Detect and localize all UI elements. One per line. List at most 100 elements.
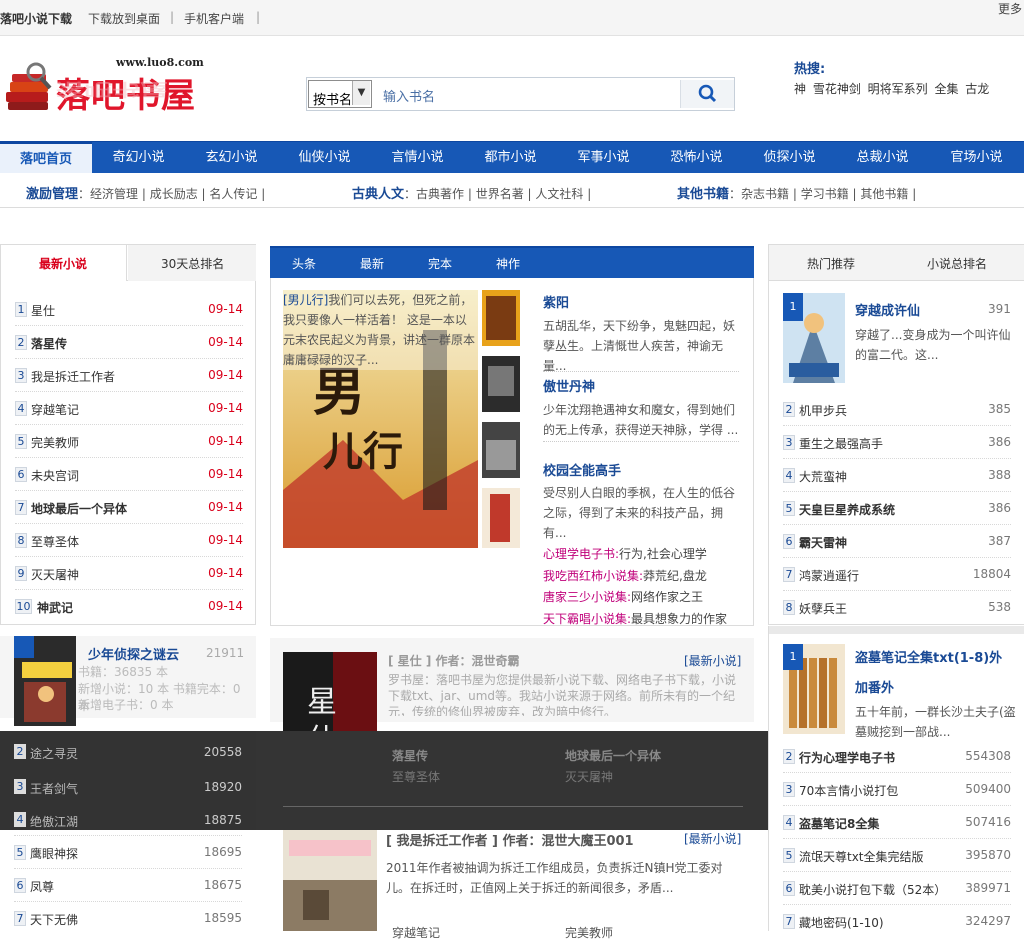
list-item[interactable]: 7 天下无佛 18595 [14, 902, 242, 935]
book-title[interactable]: 机甲步兵 [799, 402, 847, 419]
tab-headline[interactable]: 头条 [292, 255, 316, 272]
book-title[interactable]: 重生之最强高手 [799, 435, 883, 452]
book-title[interactable]: 完美教师 [565, 924, 613, 941]
book-title[interactable]: 藏地密码(1-10) [799, 914, 884, 931]
book-title[interactable]: 盗墓笔记8全集 [799, 815, 879, 832]
more-link[interactable]: 更多 [998, 0, 1022, 17]
list-item[interactable]: 3 我是拆迁工作者 09-14 [15, 359, 243, 392]
book-title[interactable]: 至尊圣体 [31, 533, 79, 550]
search-button[interactable] [680, 80, 734, 108]
mobile-client-link[interactable]: 手机客户端 [184, 10, 244, 27]
book-title[interactable]: 70本言情小说打包 [799, 782, 898, 799]
category-link[interactable]: 天下霸唱小说集:最具想象力的作家 [543, 610, 727, 627]
list-item[interactable]: 10 神武记 09-14 [15, 590, 243, 623]
book-cover-image[interactable] [14, 636, 76, 726]
book-title[interactable]: 落星传 [392, 747, 428, 764]
thumb-cover-image[interactable] [482, 356, 520, 412]
book-title[interactable]: 神武记 [37, 599, 73, 616]
feature-text[interactable]: [男儿行]我们可以去死，但死之前，我只要像人一样活着！ 这是一本以元末农民起义为… [283, 290, 478, 370]
subnav-group-other[interactable]: 其他书籍：杂志书籍 | 学习书籍 | 其他书籍 | [677, 183, 916, 202]
nav-detective[interactable]: 侦探小说 [743, 142, 836, 173]
list-item[interactable]: 6 未央宫词 09-14 [15, 458, 243, 491]
list-item[interactable]: 3 重生之最强高手 386 [783, 426, 1011, 459]
list-item[interactable]: 4 盗墓笔记8全集 507416 [783, 806, 1011, 839]
category-key[interactable]: 心理学电子书: [543, 547, 619, 561]
tab-latest-novels[interactable]: 最新小说 [39, 255, 87, 272]
book-title[interactable]: 大荒蛮神 [799, 468, 847, 485]
book-title[interactable]: 地球最后一个异体 [31, 500, 127, 517]
news-head[interactable]: [ 我是拆迁工作者 ] 作者：混世大魔王001 [386, 830, 634, 849]
nav-romance[interactable]: 言情小说 [371, 142, 464, 173]
book-cover-image[interactable] [283, 830, 377, 931]
subnav-links[interactable]: 经济管理 | 成长励志 | 名人传记 | [90, 187, 265, 201]
subnav-group-management[interactable]: 激励管理：经济管理 | 成长励志 | 名人传记 | [26, 183, 265, 202]
tab-completed[interactable]: 完本 [428, 255, 452, 272]
nav-home[interactable]: 落吧首页 [0, 142, 92, 173]
tab-30day-rank[interactable]: 30天总排名 [161, 255, 224, 272]
book-title[interactable]: 鸿蒙逍遥行 [799, 567, 859, 584]
nav-urban[interactable]: 都市小说 [464, 142, 557, 173]
list-item[interactable]: 5 流氓天尊txt全集完结版 395870 [783, 839, 1011, 872]
book-title[interactable]: 绝傲江湖 [30, 813, 78, 830]
list-item[interactable]: 8 妖孽兵王 538 [783, 591, 1011, 624]
list-item[interactable]: 1 星仕 09-14 [15, 293, 243, 326]
list-item[interactable]: 4 大荒蛮神 388 [783, 459, 1011, 492]
book-title[interactable]: 傲世丹神 [543, 376, 595, 395]
list-item[interactable]: 2 落星传 09-14 [15, 326, 243, 359]
book-title[interactable]: 落星传 [31, 335, 67, 352]
book-title[interactable]: 灭天屠神 [565, 768, 613, 785]
nav-xuanhuan[interactable]: 玄幻小说 [185, 142, 278, 173]
category-link[interactable]: 心理学电子书:行为,社会心理学 [543, 545, 707, 562]
book-title[interactable]: 凤尊 [30, 878, 54, 895]
hot-search-items[interactable]: 神 雪花神剑 明将军系列 全集 古龙 [794, 80, 1024, 97]
book-title[interactable]: 妖孽兵王 [799, 600, 847, 617]
book-title[interactable]: 天下无佛 [30, 911, 78, 928]
subnav-group-classic[interactable]: 古典人文：古典著作 | 世界名著 | 人文社科 | [352, 183, 591, 202]
book-title[interactable]: 鹰眼神探 [30, 845, 78, 862]
category-link[interactable]: 唐家三少小说集:网络作家之王 [543, 588, 703, 605]
thumb-cover-image[interactable] [482, 422, 520, 478]
category-key[interactable]: 我吃西红柿小说集: [543, 569, 643, 583]
list-item[interactable]: 9 灭天屠神 09-14 [15, 557, 243, 590]
book-title[interactable]: 未央宫词 [31, 467, 79, 484]
news-category-link[interactable]: [最新小说] [684, 652, 741, 669]
book-title[interactable]: 至尊圣体 [392, 768, 440, 785]
search-input[interactable]: 输入书名 [383, 86, 435, 105]
book-title[interactable]: 流氓天尊txt全集完结版 [799, 848, 924, 865]
book-title[interactable]: 我是拆迁工作者 [31, 368, 115, 385]
book-title[interactable]: 穿越笔记 [392, 924, 440, 941]
list-item[interactable]: 4 穿越笔记 09-14 [15, 392, 243, 425]
save-to-desktop-link[interactable]: 下载放到桌面 [88, 10, 160, 27]
list-item[interactable]: 5 鹰眼神探 18695 [14, 836, 242, 869]
chevron-down-icon[interactable]: ▼ [352, 81, 370, 105]
book-title[interactable]: 紫阳 [543, 292, 569, 311]
book-title[interactable]: 盗墓笔记全集txt(1-8)外加番外 [855, 644, 1015, 704]
nav-military[interactable]: 军事小说 [557, 142, 650, 173]
list-item[interactable]: 6 凤尊 18675 [14, 869, 242, 902]
news-category-link[interactable]: [最新小说] [684, 830, 741, 847]
book-title[interactable]: 行为心理学电子书 [799, 749, 895, 766]
news-head[interactable]: [ 星仕 ] 作者：混世奇霸 [388, 652, 520, 669]
list-item[interactable]: 6 耽美小说打包下载（52本） 389971 [783, 872, 1011, 905]
list-item[interactable]: 2 行为心理学电子书 554308 [783, 740, 1011, 773]
book-title[interactable]: 灭天屠神 [31, 566, 79, 583]
book-title[interactable]: 途之寻灵 [30, 745, 78, 762]
list-item[interactable]: 7 鸿蒙逍遥行 18804 [783, 558, 1011, 591]
list-item[interactable]: 2 机甲步兵 385 [783, 393, 1011, 426]
list-item[interactable]: 6 霸天雷神 387 [783, 525, 1011, 558]
list-item[interactable]: 3 70本言情小说打包 509400 [783, 773, 1011, 806]
tab-masterpiece[interactable]: 神作 [496, 255, 520, 272]
book-title[interactable]: 霸天雷神 [799, 534, 847, 551]
list-item[interactable]: 8 至尊圣体 09-14 [15, 524, 243, 557]
book-title[interactable]: 耽美小说打包下载（52本） [799, 881, 946, 898]
book-title[interactable]: 穿越成许仙 [855, 300, 920, 319]
nav-xianxia[interactable]: 仙侠小说 [278, 142, 371, 173]
category-link[interactable]: 我吃西红柿小说集:莽荒纪,盘龙 [543, 567, 707, 584]
book-title[interactable]: 穿越笔记 [31, 401, 79, 418]
thumb-cover-image[interactable] [482, 488, 520, 548]
list-item[interactable]: 5 天皇巨星养成系统 386 [783, 492, 1011, 525]
site-logo[interactable]: www.luo8.com 落吧书屋 落吧书屋 [4, 54, 204, 126]
book-title[interactable]: 完美教师 [31, 434, 79, 451]
book-title[interactable]: 天皇巨星养成系统 [799, 501, 895, 518]
nav-fantasy[interactable]: 奇幻小说 [92, 142, 185, 173]
